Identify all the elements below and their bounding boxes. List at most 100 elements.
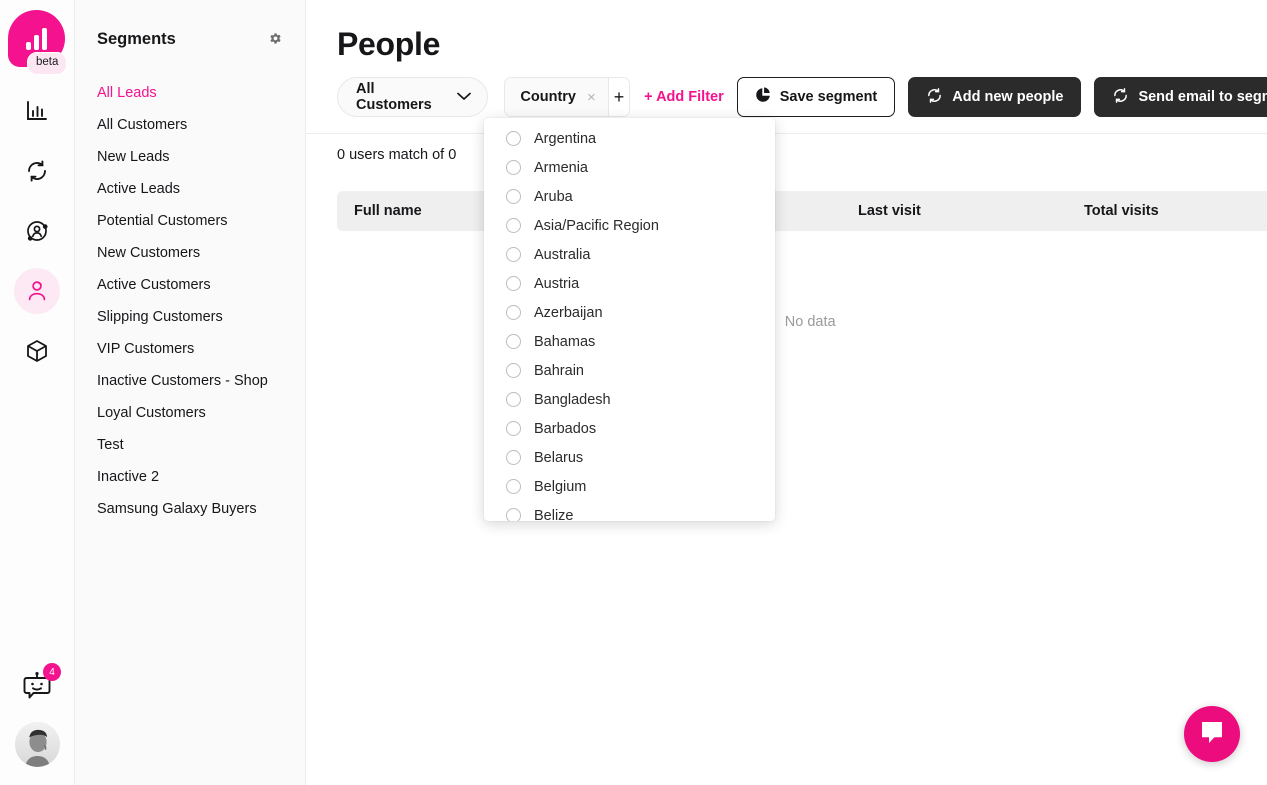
radio-icon[interactable] <box>506 450 521 465</box>
radio-icon[interactable] <box>506 218 521 233</box>
dropdown-option[interactable]: Belize <box>484 501 775 521</box>
sync-icon <box>1112 87 1129 108</box>
logo-bars-icon <box>26 27 47 50</box>
chat-launcher-button[interactable] <box>1184 706 1240 762</box>
chevron-down-icon <box>457 89 472 105</box>
rail-item-people[interactable] <box>14 268 60 314</box>
segments-list: All Leads All Customers New Leads Active… <box>75 77 305 525</box>
dropdown-option[interactable]: Azerbaijan <box>484 298 775 327</box>
sidebar-item-active-customers[interactable]: Active Customers <box>75 269 305 301</box>
bot-icon <box>20 672 54 707</box>
dropdown-option[interactable]: Bahrain <box>484 356 775 385</box>
rail-item-bot[interactable]: 4 <box>20 663 61 708</box>
radio-icon[interactable] <box>506 189 521 204</box>
radio-icon[interactable] <box>506 334 521 349</box>
dropdown-option-label: Bangladesh <box>534 391 611 408</box>
dropdown-option[interactable]: Barbados <box>484 414 775 443</box>
send-email-to-segment-button[interactable]: Send email to segment <box>1094 77 1267 117</box>
sidebar-item-slipping-customers[interactable]: Slipping Customers <box>75 301 305 333</box>
dropdown-option[interactable]: Belgium <box>484 472 775 501</box>
match-count: 0 users match of 0 <box>337 147 457 163</box>
dropdown-option[interactable]: Belarus <box>484 443 775 472</box>
chat-bubble-icon <box>1198 718 1226 751</box>
column-header-total-visits[interactable]: Total visits <box>1067 203 1267 219</box>
page-title: People <box>337 26 441 62</box>
bot-badge-count: 4 <box>43 663 61 681</box>
sync-icon <box>926 87 943 108</box>
radio-icon[interactable] <box>506 363 521 378</box>
main-content: People All Customers Country × + + Add F… <box>306 0 1267 785</box>
sidebar-item-potential-customers[interactable]: Potential Customers <box>75 205 305 237</box>
pie-chart-icon <box>755 87 771 107</box>
analytics-icon <box>24 98 50 124</box>
rail-item-sync[interactable] <box>14 148 60 194</box>
sidebar-item-inactive-2[interactable]: Inactive 2 <box>75 461 305 493</box>
table-header-row: Full name Last visit Total visits <box>337 191 1267 231</box>
radio-icon[interactable] <box>506 479 521 494</box>
sidebar-item-loyal-customers[interactable]: Loyal Customers <box>75 397 305 429</box>
people-table: Full name Last visit Total visits No dat… <box>337 191 1267 330</box>
sidebar-item-all-customers[interactable]: All Customers <box>75 109 305 141</box>
people-icon <box>25 279 49 303</box>
dropdown-option[interactable]: Austria <box>484 269 775 298</box>
audience-select-label: All Customers <box>356 81 432 113</box>
rail-item-products[interactable] <box>14 328 60 374</box>
send-email-label: Send email to segment <box>1138 89 1267 105</box>
radio-icon[interactable] <box>506 160 521 175</box>
sidebar-item-new-customers[interactable]: New Customers <box>75 237 305 269</box>
sidebar-item-test[interactable]: Test <box>75 429 305 461</box>
dropdown-option-label: Barbados <box>534 420 597 437</box>
sidebar-item-all-leads[interactable]: All Leads <box>75 77 305 109</box>
sidebar-item-vip-customers[interactable]: VIP Customers <box>75 333 305 365</box>
avatar[interactable] <box>14 722 60 767</box>
dropdown-option-label: Aruba <box>534 188 573 205</box>
app-logo[interactable]: beta <box>5 10 69 75</box>
dropdown-option[interactable]: Armenia <box>484 153 775 182</box>
sidebar-item-active-leads[interactable]: Active Leads <box>75 173 305 205</box>
empty-state-message: No data <box>784 314 836 330</box>
dropdown-option-label: Asia/Pacific Region <box>534 217 659 234</box>
toolbar-divider <box>306 133 1267 134</box>
filter-chip-country[interactable]: Country × <box>505 78 608 116</box>
dropdown-option[interactable]: Asia/Pacific Region <box>484 211 775 240</box>
radio-icon[interactable] <box>506 305 521 320</box>
radio-icon[interactable] <box>506 247 521 262</box>
dropdown-option[interactable]: Argentina <box>484 124 775 153</box>
save-segment-button[interactable]: Save segment <box>736 77 896 117</box>
dropdown-option[interactable]: Australia <box>484 240 775 269</box>
close-icon[interactable]: × <box>587 89 596 106</box>
radio-icon[interactable] <box>506 508 521 521</box>
filter-chip-label: Country <box>520 89 577 105</box>
sync-icon <box>24 158 50 184</box>
dropdown-option-label: Belize <box>534 507 574 522</box>
radio-icon[interactable] <box>506 131 521 146</box>
products-icon <box>24 338 50 364</box>
add-filter-value-button[interactable]: + <box>607 78 630 116</box>
beta-badge: beta <box>27 52 68 75</box>
sidebar-item-samsung-galaxy-buyers[interactable]: Samsung Galaxy Buyers <box>75 493 305 525</box>
dropdown-option-label: Bahamas <box>534 333 596 350</box>
dropdown-option[interactable]: Bangladesh <box>484 385 775 414</box>
rail-item-audience[interactable] <box>14 208 60 254</box>
rail-item-analytics[interactable] <box>14 88 60 134</box>
sidebar-item-new-leads[interactable]: New Leads <box>75 141 305 173</box>
gear-icon[interactable] <box>268 32 283 47</box>
radio-icon[interactable] <box>506 421 521 436</box>
audience-select[interactable]: All Customers <box>337 77 489 117</box>
dropdown-option-label: Australia <box>534 246 591 263</box>
column-header-last-visit[interactable]: Last visit <box>841 203 1067 219</box>
dropdown-option-label: Bahrain <box>534 362 584 379</box>
sidebar-item-inactive-customers-shop[interactable]: Inactive Customers - Shop <box>75 365 305 397</box>
radio-icon[interactable] <box>506 392 521 407</box>
add-new-people-button[interactable]: Add new people <box>908 77 1082 117</box>
add-filter-link[interactable]: + Add Filter <box>644 89 724 105</box>
filter-group: Country × + <box>504 77 631 117</box>
dropdown-option-label: Belarus <box>534 449 584 466</box>
dropdown-option[interactable]: Aruba <box>484 182 775 211</box>
dropdown-option[interactable]: Bahamas <box>484 327 775 356</box>
toolbar: All Customers Country × + + Add Filter S… <box>306 63 1267 117</box>
country-dropdown: Argentina Armenia Aruba Asia/Pacific Reg… <box>484 118 775 521</box>
add-new-people-label: Add new people <box>952 89 1064 105</box>
dropdown-option-label: Belgium <box>534 478 587 495</box>
radio-icon[interactable] <box>506 276 521 291</box>
